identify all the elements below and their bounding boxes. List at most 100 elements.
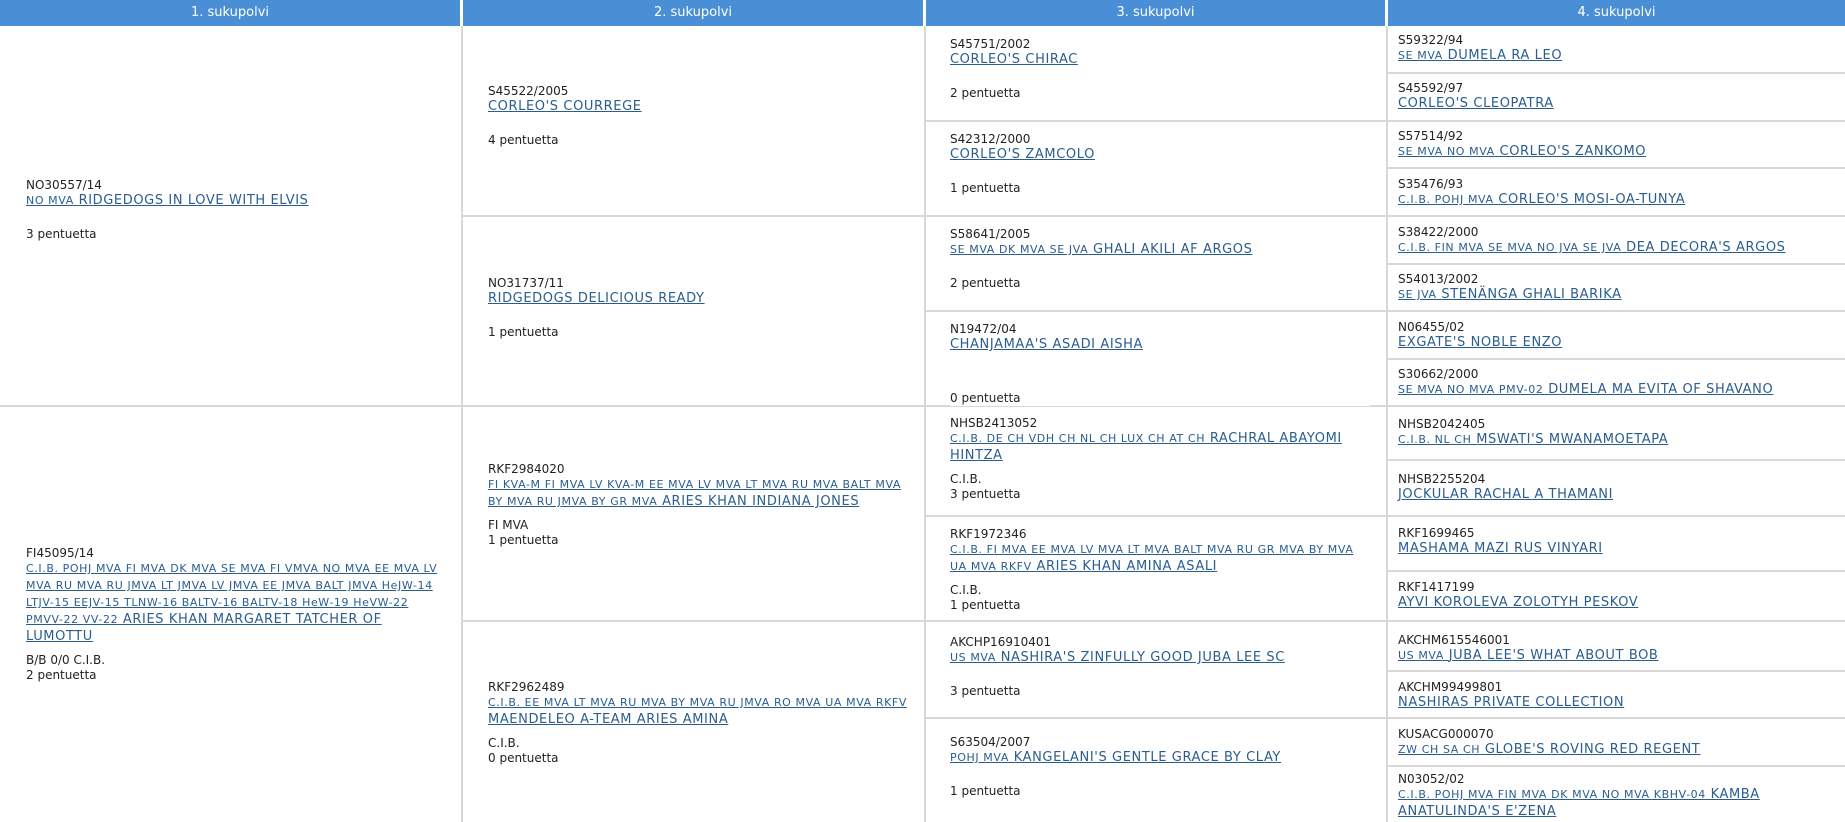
- gen3-dog: N19472/04 CHANJAMAA'S ASADI AISHA 0 pent…: [950, 322, 1370, 406]
- registration-number: AKCHM99499801: [1398, 680, 1503, 694]
- gen4-dog: N03052/02 C.I.B. POHJ MVA FIN MVA DK MVA…: [1398, 772, 1838, 820]
- dog-name-link[interactable]: CORLEO'S CHIRAC: [950, 51, 1370, 68]
- dog-details: C.I.B.: [950, 583, 982, 597]
- registration-number: N06455/02: [1398, 320, 1465, 334]
- row-divider: [1388, 570, 1845, 572]
- row-divider: [463, 215, 1845, 217]
- dog-name-link[interactable]: SE MVA NO MVA PMV-02 DUMELA MA EVITA OF …: [1398, 381, 1838, 398]
- litter-count: 3 pentuetta: [950, 487, 1021, 501]
- dog-name-link[interactable]: SE MVA NO MVA CORLEO'S ZANKOMO: [1398, 143, 1838, 160]
- row-divider: [1388, 358, 1845, 360]
- registration-number: S58641/2005: [950, 227, 1031, 241]
- registration-number: S30662/2000: [1398, 367, 1479, 381]
- row-divider: [1388, 72, 1845, 74]
- litter-count: 0 pentuetta: [950, 391, 1021, 405]
- dog-name-link[interactable]: RIDGEDOGS DELICIOUS READY: [488, 290, 908, 307]
- gen4-dog: S59322/94 SE MVA DUMELA RA LEO: [1398, 33, 1838, 64]
- dog-name-link[interactable]: CHANJAMAA'S ASADI AISHA: [950, 336, 1370, 353]
- registration-number: S63504/2007: [950, 735, 1031, 749]
- litter-count: 2 pentuetta: [950, 276, 1021, 290]
- registration-number: S59322/94: [1398, 33, 1464, 47]
- dog-name-link[interactable]: FI KVA-M FI MVA LV KVA-M EE MVA LV MVA L…: [488, 476, 908, 510]
- column-divider: [1386, 26, 1388, 822]
- gen3-dog: S63504/2007 POHJ MVA KANGELANI'S GENTLE …: [950, 735, 1370, 799]
- dog-name-link[interactable]: SE MVA DUMELA RA LEO: [1398, 47, 1838, 64]
- dog-name-link[interactable]: SE JVA STENÄNGA GHALI BARIKA: [1398, 286, 1838, 303]
- litter-count: 2 pentuetta: [26, 668, 97, 682]
- litter-count: 3 pentuetta: [950, 684, 1021, 698]
- dog-name-link[interactable]: CORLEO'S COURREGE: [488, 98, 908, 115]
- row-divider: [1388, 263, 1845, 265]
- registration-number: NO30557/14: [26, 178, 102, 192]
- dog-name-link[interactable]: CORLEO'S CLEOPATRA: [1398, 95, 1838, 112]
- dog-name-link[interactable]: ZW CH SA CH GLOBE'S ROVING RED REGENT: [1398, 741, 1838, 758]
- gen4-dog: RKF1699465 MASHAMA MAZI RUS VINYARI: [1398, 526, 1838, 557]
- row-divider: [1388, 765, 1845, 767]
- gen3-dog: NHSB2413052 C.I.B. DE CH VDH CH NL CH LU…: [950, 416, 1370, 502]
- dog-name-link[interactable]: C.I.B. DE CH VDH CH NL CH LUX CH AT CH R…: [950, 430, 1370, 464]
- gen3-dog: AKCHP16910401 US MVA NASHIRA'S ZINFULLY …: [950, 635, 1370, 699]
- dog-details: B/B 0/0 C.I.B.: [26, 653, 106, 667]
- registration-number: RKF2962489: [488, 680, 565, 694]
- registration-number: RKF2984020: [488, 462, 565, 476]
- dog-name-link[interactable]: C.I.B. POHJ MVA CORLEO'S MOSI-OA-TUNYA: [1398, 191, 1838, 208]
- gen2-dog: NO31737/11 RIDGEDOGS DELICIOUS READY 1 p…: [488, 276, 908, 340]
- gen4-dog: S30662/2000 SE MVA NO MVA PMV-02 DUMELA …: [1398, 367, 1838, 398]
- dog-name-link[interactable]: US MVA JUBA LEE'S WHAT ABOUT BOB: [1398, 647, 1838, 664]
- registration-number: KUSACG000070: [1398, 727, 1494, 741]
- registration-number: N03052/02: [1398, 772, 1465, 786]
- dog-name-link[interactable]: C.I.B. FI MVA EE MVA LV MVA LT MVA BALT …: [950, 541, 1370, 575]
- litter-count: 0 pentuetta: [488, 751, 559, 765]
- litter-count: 1 pentuetta: [950, 181, 1021, 195]
- header-generation-4: 4. sukupolvi: [1388, 0, 1845, 26]
- dog-name-link[interactable]: POHJ MVA KANGELANI'S GENTLE GRACE BY CLA…: [950, 749, 1370, 766]
- column-divider: [924, 26, 926, 822]
- gen3-dog: RKF1972346 C.I.B. FI MVA EE MVA LV MVA L…: [950, 527, 1370, 613]
- litter-count: 1 pentuetta: [950, 598, 1021, 612]
- row-divider: [926, 515, 1845, 517]
- row-divider: [1388, 167, 1845, 169]
- litter-count: 1 pentuetta: [488, 325, 559, 339]
- dog-name-link[interactable]: JOCKULAR RACHAL A THAMANI: [1398, 486, 1838, 503]
- registration-number: RKF1699465: [1398, 526, 1475, 540]
- dog-name-link[interactable]: C.I.B. EE MVA LT MVA RU MVA BY MVA RU JM…: [488, 694, 908, 728]
- dog-name-link[interactable]: SE MVA DK MVA SE JVA GHALI AKILI AF ARGO…: [950, 241, 1370, 258]
- dog-name-link[interactable]: C.I.B. NL CH MSWATI'S MWANAMOETAPA: [1398, 431, 1838, 448]
- dog-name-link[interactable]: CORLEO'S ZAMCOLO: [950, 146, 1370, 163]
- gen2-dog: S45522/2005 CORLEO'S COURREGE 4 pentuett…: [488, 84, 908, 148]
- registration-number: S38422/2000: [1398, 225, 1479, 239]
- registration-number: AKCHM615546001: [1398, 633, 1510, 647]
- gen4-dog: S57514/92 SE MVA NO MVA CORLEO'S ZANKOMO: [1398, 129, 1838, 160]
- row-divider: [463, 620, 1845, 622]
- row-divider: [926, 310, 1845, 312]
- pedigree-table: 1. sukupolvi 2. sukupolvi 3. sukupolvi 4…: [0, 0, 1845, 822]
- dog-name-link[interactable]: C.I.B. POHJ MVA FI MVA DK MVA SE MVA FI …: [26, 560, 446, 645]
- dog-name-link[interactable]: NASHIRAS PRIVATE COLLECTION: [1398, 694, 1838, 711]
- dog-name-link[interactable]: C.I.B. POHJ MVA FIN MVA DK MVA NO MVA KB…: [1398, 786, 1838, 820]
- litter-count: 2 pentuetta: [950, 86, 1021, 100]
- dog-name-link[interactable]: EXGATE'S NOBLE ENZO: [1398, 334, 1838, 351]
- registration-number: S57514/92: [1398, 129, 1464, 143]
- gen4-dog: AKCHM615546001 US MVA JUBA LEE'S WHAT AB…: [1398, 633, 1838, 664]
- row-divider: [1388, 670, 1845, 672]
- gen2-dog: RKF2962489 C.I.B. EE MVA LT MVA RU MVA B…: [488, 680, 908, 766]
- registration-number: RKF1972346: [950, 527, 1027, 541]
- dog-details: C.I.B.: [488, 736, 520, 750]
- dog-name-link[interactable]: US MVA NASHIRA'S ZINFULLY GOOD JUBA LEE …: [950, 649, 1370, 666]
- gen3-dog: S42312/2000 CORLEO'S ZAMCOLO 1 pentuetta: [950, 132, 1370, 196]
- registration-number: AKCHP16910401: [950, 635, 1052, 649]
- dog-name-link[interactable]: NO MVA RIDGEDOGS IN LOVE WITH ELVIS: [26, 192, 446, 209]
- dog-details: C.I.B.: [950, 472, 982, 486]
- gen4-dog: S38422/2000 C.I.B. FIN MVA SE MVA NO JVA…: [1398, 225, 1838, 256]
- gen4-dog: KUSACG000070 ZW CH SA CH GLOBE'S ROVING …: [1398, 727, 1838, 758]
- dog-name-link[interactable]: AYVI KOROLEVA ZOLOTYH PESKOV: [1398, 594, 1838, 611]
- gen4-dog: NHSB2255204 JOCKULAR RACHAL A THAMANI: [1398, 472, 1838, 503]
- registration-number: NHSB2042405: [1398, 417, 1486, 431]
- registration-number: NHSB2413052: [950, 416, 1038, 430]
- gen1-dog-sire: NO30557/14 NO MVA RIDGEDOGS IN LOVE WITH…: [26, 178, 446, 242]
- row-divider: [0, 405, 1845, 407]
- registration-number: NO31737/11: [488, 276, 564, 290]
- dog-name-link[interactable]: C.I.B. FIN MVA SE MVA NO JVA SE JVA DEA …: [1398, 239, 1838, 256]
- gen4-dog: S35476/93 C.I.B. POHJ MVA CORLEO'S MOSI-…: [1398, 177, 1838, 208]
- dog-name-link[interactable]: MASHAMA MAZI RUS VINYARI: [1398, 540, 1838, 557]
